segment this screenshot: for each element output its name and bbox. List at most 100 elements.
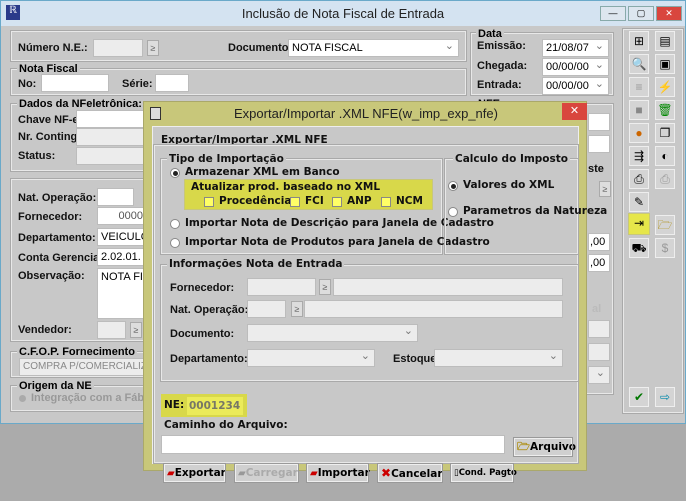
trash-icon[interactable]: 🗑	[655, 100, 675, 120]
descricao-radio[interactable]	[170, 219, 180, 229]
vendedor-label: Vendedor:	[18, 324, 72, 336]
documento-label: Documento:	[228, 42, 293, 54]
info-title: Informações Nota de Entrada	[167, 258, 345, 270]
arquivo-button[interactable]: 🗁Arquivo	[513, 437, 576, 457]
package-icon[interactable]: ▣	[655, 54, 675, 74]
chegada-date[interactable]: 00/00/00	[542, 58, 609, 76]
right-input-3[interactable]	[588, 320, 610, 338]
exportar-button[interactable]: ▰Exportar	[163, 463, 226, 483]
d-fornecedor-code[interactable]	[247, 278, 316, 296]
save-icon[interactable]: ✔	[629, 387, 649, 407]
procedencia-checkbox[interactable]	[204, 197, 214, 207]
valores-label[interactable]: Valores do XML	[463, 179, 554, 191]
print-disabled-icon[interactable]: ⎙	[655, 169, 675, 189]
grid-icon[interactable]: ▤	[655, 31, 675, 51]
list-icon[interactable]: ≡	[629, 77, 649, 97]
cfop-title: C.F.O.P. Fornecimento	[17, 346, 137, 358]
d-nat-name[interactable]	[304, 300, 563, 318]
obs-textarea[interactable]: NOTA FISC	[97, 268, 147, 319]
emissao-date[interactable]: 21/08/07	[542, 39, 609, 57]
transfer-icon[interactable]: ⇶	[629, 146, 649, 166]
serie-input[interactable]	[155, 74, 189, 92]
anp-checkbox[interactable]	[332, 197, 342, 207]
armazenar-radio[interactable]	[170, 168, 180, 178]
vendedor-input[interactable]	[97, 321, 126, 339]
folder-open-icon: 🗁	[517, 441, 531, 453]
truck-icon: ▰	[238, 468, 246, 479]
conta-input[interactable]: 2.02.01.	[97, 248, 147, 266]
truck-icon[interactable]: ⛟	[629, 238, 649, 258]
close-button[interactable]: ✕	[656, 6, 682, 21]
d-nat-code[interactable]	[247, 300, 286, 318]
dollar-icon[interactable]: $	[655, 238, 675, 258]
tree-icon[interactable]: ⊞	[629, 31, 649, 51]
items-icon[interactable]: ●	[629, 123, 649, 143]
cancelar-button[interactable]: ✖Cancelar	[377, 463, 443, 483]
minimize-button[interactable]: —	[600, 6, 626, 21]
entrada-date[interactable]: 00/00/00	[542, 77, 609, 95]
fornecedor-label: Fornecedor:	[18, 211, 83, 223]
preview-icon[interactable]: 🔍	[629, 54, 649, 74]
no-label: No:	[18, 78, 37, 90]
cancelar-label: Cancelar	[391, 468, 443, 480]
fornecedor-input[interactable]: 0000	[97, 207, 147, 225]
produtos-radio[interactable]	[170, 238, 180, 248]
fci-label[interactable]: FCI	[305, 195, 324, 207]
d-nat-lookup-icon[interactable]: ≥	[291, 301, 303, 317]
atualizar-label: Atualizar prod. baseado no XML	[191, 181, 381, 193]
right-input-4[interactable]	[588, 343, 610, 361]
armazenar-label[interactable]: Armazenar XML em Banco	[185, 166, 340, 178]
print-icon[interactable]: ⎙	[629, 169, 649, 189]
lightning-icon[interactable]: ⚡	[655, 77, 675, 97]
valor-input-1[interactable]: ,00	[588, 233, 610, 251]
exit-icon[interactable]: ⇨	[655, 387, 675, 407]
d-nat-label: Nat. Operação:	[170, 304, 249, 316]
no-input[interactable]	[41, 74, 109, 92]
ncm-label[interactable]: NCM	[396, 195, 423, 207]
emissao-label: Emissão:	[477, 40, 526, 52]
documento-select[interactable]: NOTA FISCAL	[288, 39, 459, 57]
dialog-close-button[interactable]: ✕	[562, 103, 587, 120]
anp-label[interactable]: ANP	[347, 195, 372, 207]
right-lookup-icon[interactable]: ≥	[599, 181, 611, 197]
right-input-2[interactable]	[588, 135, 610, 153]
origem-title: Origem da NE	[17, 380, 94, 392]
lookup-icon[interactable]: ≥	[147, 40, 159, 56]
right-select-1[interactable]	[588, 366, 610, 384]
importar-button[interactable]: ▰Importar	[306, 463, 370, 483]
parametros-radio[interactable]	[448, 207, 458, 217]
caminho-label: Caminho do Arquivo:	[164, 419, 288, 431]
valor-input-2[interactable]: ,00	[588, 254, 610, 272]
fci-checkbox[interactable]	[290, 197, 300, 207]
folder-icon[interactable]: 🗁	[655, 215, 675, 235]
nat-input[interactable]	[97, 188, 134, 206]
caminho-input[interactable]	[161, 435, 505, 454]
window-title: Inclusão de Nota Fiscal de Entrada	[241, 6, 445, 21]
parametros-label[interactable]: Parametros da Natureza	[463, 205, 607, 217]
departamento-input[interactable]: VEICULOS	[97, 228, 147, 246]
data-title: Data	[476, 28, 504, 40]
d-documento-select[interactable]	[247, 324, 418, 342]
truck-icon: ▰	[167, 468, 175, 479]
cond-pagto-button[interactable]: ▯Cond. Pagto	[450, 463, 517, 483]
copy-icon[interactable]: ❐	[655, 123, 675, 143]
import-xml-icon[interactable]: ⇥	[628, 213, 650, 235]
procedencia-label[interactable]: Procedência	[219, 195, 291, 207]
right-input-1[interactable]	[588, 113, 610, 131]
ncm-checkbox[interactable]	[381, 197, 391, 207]
d-estoque-select[interactable]	[434, 349, 563, 367]
d-departamento-select[interactable]	[247, 349, 375, 367]
edit-doc-icon[interactable]: ✎	[629, 192, 649, 212]
chip-icon[interactable]: ■	[629, 100, 649, 120]
chegada-label: Chegada:	[477, 60, 528, 72]
valores-radio[interactable]	[448, 181, 458, 191]
d-fornecedor-lookup-icon[interactable]: ≥	[319, 279, 331, 295]
d-fornecedor-name[interactable]	[333, 278, 563, 296]
d-departamento-label: Departamento:	[170, 353, 248, 365]
x-icon: ✖	[381, 466, 392, 480]
teapot-icon[interactable]: ◐	[655, 146, 675, 166]
maximize-button[interactable]: ▢	[628, 6, 654, 21]
arquivo-label: Arquivo	[530, 441, 576, 453]
vendedor-lookup-icon[interactable]: ≥	[130, 322, 142, 338]
numero-input[interactable]	[93, 39, 143, 57]
